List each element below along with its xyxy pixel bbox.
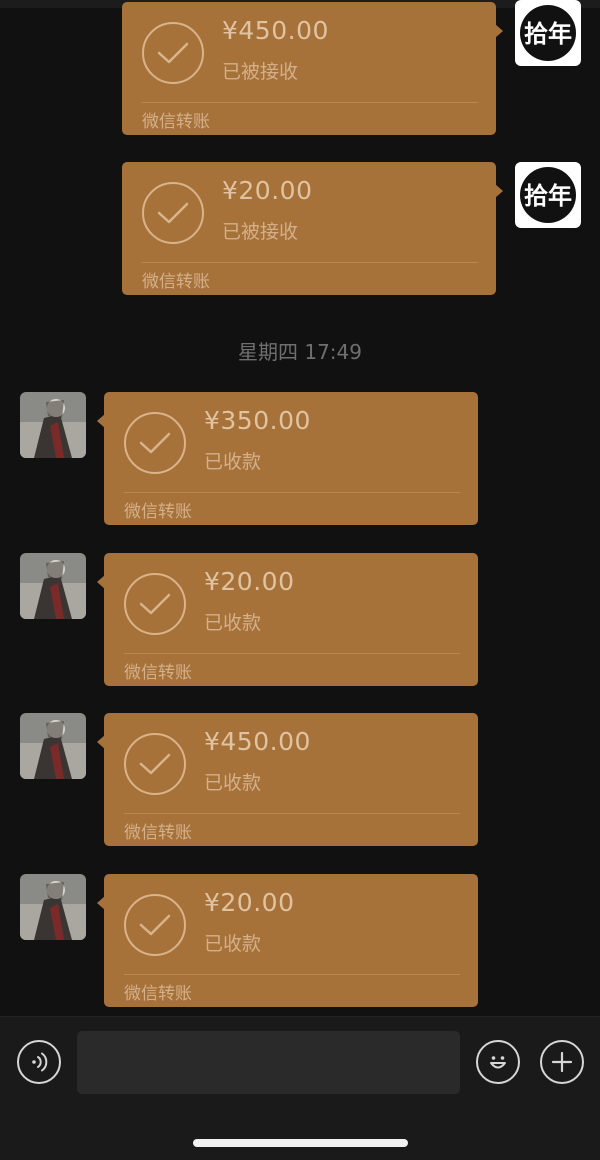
card-divider xyxy=(142,262,478,263)
contact-avatar[interactable] xyxy=(20,874,86,940)
transfer-amount: ¥20.00 xyxy=(204,888,295,917)
received-transfer-card[interactable]: ¥20.00 已收款 微信转账 xyxy=(97,874,478,1007)
card-divider xyxy=(142,102,478,103)
card-divider xyxy=(124,974,460,975)
transfer-amount: ¥20.00 xyxy=(204,567,295,596)
contact-avatar-photo xyxy=(20,392,86,458)
contact-avatar[interactable] xyxy=(20,713,86,779)
transfer-status: 已被接收 xyxy=(222,221,299,243)
card-divider xyxy=(124,653,460,654)
plus-icon xyxy=(551,1051,573,1073)
transfer-footer: 微信转账 xyxy=(124,823,192,843)
received-transfer-card[interactable]: ¥20.00 已收款 微信转账 xyxy=(97,553,478,686)
check-circle-icon xyxy=(142,182,204,244)
contact-avatar[interactable] xyxy=(20,553,86,619)
voice-icon xyxy=(32,1052,48,1072)
transfer-footer: 微信转账 xyxy=(124,502,192,522)
check-circle-icon xyxy=(124,412,186,474)
bubble-tail xyxy=(97,414,105,428)
transfer-status: 已收款 xyxy=(204,451,262,473)
voice-button[interactable] xyxy=(17,1040,61,1084)
emoji-icon xyxy=(490,1056,506,1069)
bubble-tail xyxy=(97,575,105,589)
transfer-status: 已收款 xyxy=(204,612,262,634)
transfer-amount: ¥20.00 xyxy=(222,176,313,205)
svg-text:拾年: 拾年 xyxy=(524,182,572,210)
bubble-tail xyxy=(495,24,503,38)
transfer-amount: ¥450.00 xyxy=(222,16,329,45)
contact-avatar-photo xyxy=(20,874,86,940)
chat-timestamp: 星期四 17:49 xyxy=(238,340,362,364)
contact-avatar[interactable] xyxy=(20,392,86,458)
check-circle-icon xyxy=(124,733,186,795)
self-avatar[interactable]: 拾年 xyxy=(515,162,581,228)
check-circle-icon xyxy=(124,573,186,635)
transfer-footer: 微信转账 xyxy=(124,663,192,683)
card-divider xyxy=(124,813,460,814)
transfer-status: 已收款 xyxy=(204,933,262,955)
message-input[interactable] xyxy=(77,1031,460,1094)
transfer-footer: 微信转账 xyxy=(142,112,210,132)
contact-avatar-photo xyxy=(20,713,86,779)
self-avatar[interactable]: 拾年 xyxy=(515,0,581,66)
home-indicator[interactable] xyxy=(193,1139,408,1147)
bubble-tail xyxy=(495,184,503,198)
sent-transfer-card[interactable]: ¥450.00 已被接收 微信转账 xyxy=(122,2,503,135)
bubble-tail xyxy=(97,896,105,910)
received-transfer-card[interactable]: ¥450.00 已收款 微信转账 xyxy=(97,713,478,846)
check-circle-icon xyxy=(142,22,204,84)
emoji-button[interactable] xyxy=(476,1040,520,1084)
transfer-status: 已收款 xyxy=(204,772,262,794)
contact-avatar-photo xyxy=(20,553,86,619)
received-transfer-card[interactable]: ¥350.00 已收款 微信转账 xyxy=(97,392,478,525)
bubble-tail xyxy=(97,735,105,749)
check-circle-icon xyxy=(124,894,186,956)
chat-screen: ¥450.00 已被接收 微信转账 拾年 ¥20.00 已被接收 微信转账 拾年… xyxy=(0,0,600,1160)
transfer-amount: ¥350.00 xyxy=(204,406,311,435)
svg-text:拾年: 拾年 xyxy=(524,20,572,48)
sent-transfer-card[interactable]: ¥20.00 已被接收 微信转账 xyxy=(122,162,503,295)
transfer-footer: 微信转账 xyxy=(142,272,210,292)
self-avatar-logo: 拾年 xyxy=(520,5,576,61)
self-avatar-logo: 拾年 xyxy=(520,167,576,223)
transfer-status: 已被接收 xyxy=(222,61,299,83)
transfer-footer: 微信转账 xyxy=(124,984,192,1004)
transfer-amount: ¥450.00 xyxy=(204,727,311,756)
card-divider xyxy=(124,492,460,493)
more-button[interactable] xyxy=(540,1040,584,1084)
